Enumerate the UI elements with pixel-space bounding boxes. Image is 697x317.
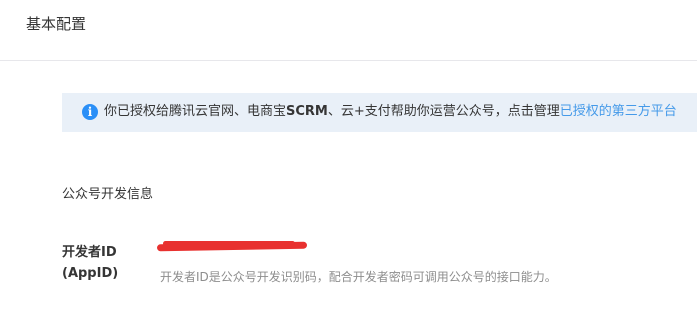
appid-label: 开发者ID (AppID): [62, 242, 118, 284]
authorized-platforms-link[interactable]: 已授权的第三方平台: [560, 104, 677, 119]
notice-text-bold: SCRM: [286, 104, 328, 119]
page-header: 基本配置: [0, 0, 697, 61]
appid-help-text: 开发者ID是公众号开发识别码，配合开发者密码可调用公众号的接口能力。: [160, 270, 557, 284]
info-icon: i: [82, 104, 98, 120]
page-title: 基本配置: [26, 15, 87, 33]
developer-info-section-title: 公众号开发信息: [62, 187, 154, 202]
notice-text-before: 你已授权给腾讯云官网、电商宝: [104, 104, 287, 119]
appid-label-line2: (AppID): [62, 266, 119, 281]
notice-text: 你已授权给腾讯云官网、电商宝SCRM、云+支付帮助你运营公众号，点击管理已授权的…: [104, 103, 677, 121]
redaction-mark: [163, 241, 295, 246]
authorization-notice: i 你已授权给腾讯云官网、电商宝SCRM、云+支付帮助你运营公众号，点击管理已授…: [62, 93, 697, 132]
appid-value-redacted: [156, 239, 309, 253]
appid-label-line1: 开发者ID: [62, 245, 117, 260]
notice-text-middle: 、云+支付帮助你运营公众号，点击管理: [327, 104, 560, 119]
